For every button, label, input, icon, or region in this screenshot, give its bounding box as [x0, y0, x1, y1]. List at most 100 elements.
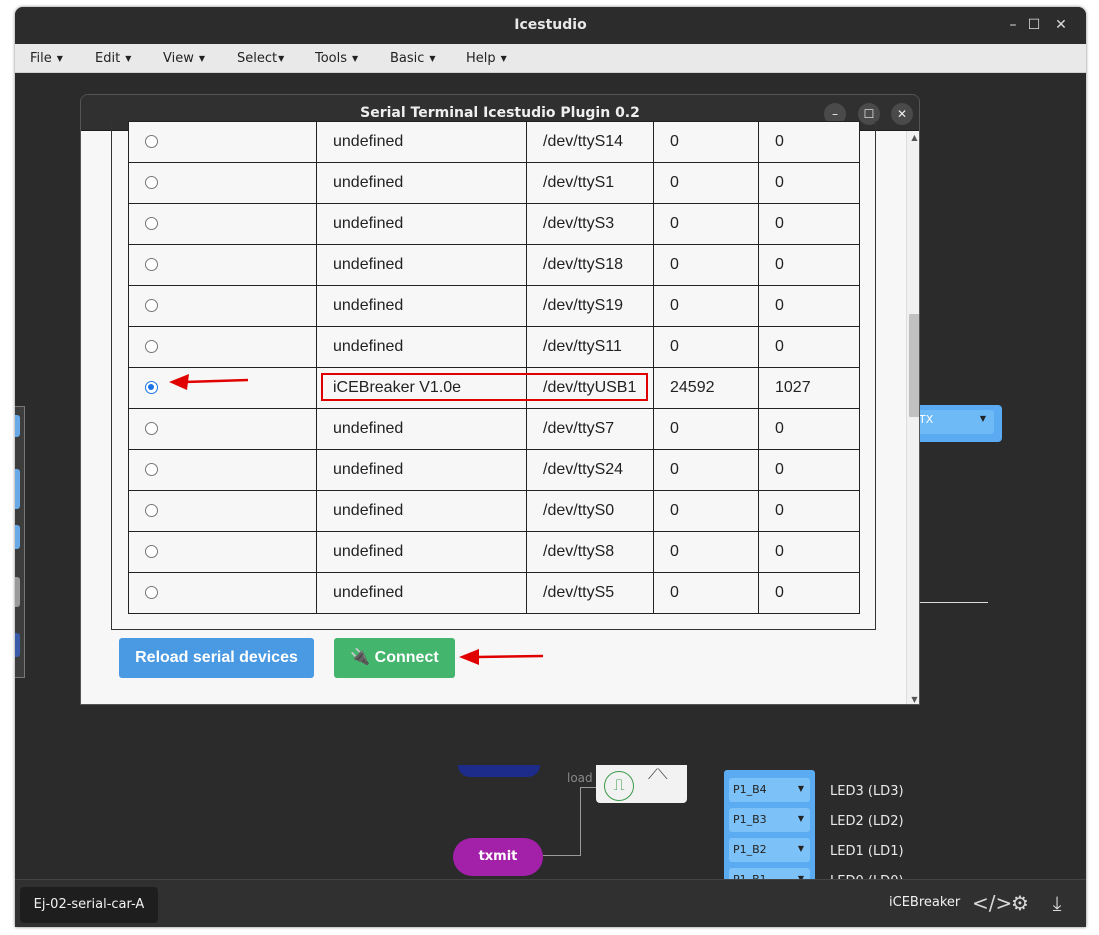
led-pin-value: P1_B2: [733, 843, 767, 856]
device-vid-cell: 0: [653, 244, 759, 286]
device-row[interactable]: undefined/dev/ttyS11 0 0: [128, 326, 860, 368]
menu-select[interactable]: Select▼: [237, 51, 284, 66]
led-pin-select[interactable]: P1_B4 ▼: [729, 778, 810, 802]
device-vid-cell: 0: [653, 490, 759, 532]
zigzag-icon: ⟋⟍: [648, 767, 668, 783]
reload-serial-devices-button[interactable]: Reload serial devices: [119, 638, 314, 678]
connect-button[interactable]: 🔌 Connect: [334, 638, 455, 678]
device-row[interactable]: undefined/dev/ttyS24 0 0: [128, 449, 860, 491]
menu-help[interactable]: Help ▼: [466, 51, 507, 66]
device-row[interactable]: undefined/dev/ttyS3 0 0: [128, 203, 860, 245]
toolbar-button[interactable]: [15, 577, 20, 607]
block-fragment: [458, 765, 540, 777]
device-name-cell: undefined: [316, 121, 527, 163]
device-name-cell: undefined: [316, 490, 527, 532]
maximize-icon[interactable]: ☐: [1024, 15, 1044, 35]
device-vid-cell: 24592: [653, 367, 759, 409]
device-row[interactable]: undefined/dev/ttyS5 0 0: [128, 572, 860, 614]
menu-tools[interactable]: Tools ▼: [315, 51, 358, 66]
code-icon[interactable]: </>: [972, 889, 1012, 917]
menu-basic[interactable]: Basic ▼: [390, 51, 436, 66]
device-path-cell: /dev/ttyS7: [526, 408, 654, 450]
menubar: File ▼ Edit ▼ View ▼ Select▼ Tools ▼ Basic ▼ …: [15, 44, 1086, 73]
device-row[interactable]: undefined/dev/ttyS14 0 0: [128, 121, 860, 163]
device-name-cell: undefined: [316, 285, 527, 327]
txmit-input-block[interactable]: txmit: [453, 838, 543, 876]
device-path-cell: /dev/ttyS0: [526, 490, 654, 532]
device-radio-button[interactable]: [145, 217, 158, 230]
device-vid-cell: 0: [653, 162, 759, 204]
minimize-icon[interactable]: –: [1003, 15, 1023, 35]
wire: [920, 602, 988, 603]
tx-pin-block[interactable]: TX ▼: [911, 405, 1002, 442]
device-radio-button[interactable]: [145, 340, 158, 353]
window-titlebar: Icestudio – ☐ ✕: [15, 7, 1086, 44]
toolbar-button[interactable]: [15, 633, 20, 657]
settings-code-icon[interactable]: ⚙: [1006, 889, 1034, 917]
highlight-box: [321, 373, 648, 401]
device-radio-button[interactable]: [145, 299, 158, 312]
device-radio-button[interactable]: [145, 258, 158, 271]
toolbar-button[interactable]: [15, 525, 20, 549]
device-radio-button[interactable]: [145, 545, 158, 558]
download-icon[interactable]: ⤓: [1043, 889, 1071, 917]
logic-block[interactable]: ⎍ ⟋⟍: [596, 765, 687, 803]
device-radio-button[interactable]: [145, 463, 158, 476]
tx-pin-select[interactable]: TX ▼: [911, 410, 994, 434]
led-pin-select[interactable]: P1_B2 ▼: [729, 838, 810, 862]
menu-view-label: View: [163, 51, 194, 66]
device-path-cell: /dev/ttyS14: [526, 121, 654, 163]
device-pid-cell: 0: [758, 449, 860, 491]
device-radio-button[interactable]: [145, 381, 158, 394]
chevron-down-icon: ▼: [797, 814, 804, 823]
scroll-down-icon[interactable]: ▼: [907, 695, 919, 704]
serial-terminal-dialog: Serial Terminal Icestudio Plugin 0.2 – ☐…: [80, 94, 920, 705]
device-vid-cell: 0: [653, 285, 759, 327]
device-radio-button[interactable]: [145, 422, 158, 435]
project-tab[interactable]: Ej-02-serial-car-A: [20, 887, 158, 923]
device-vid-cell: 0: [653, 408, 759, 450]
device-vid-cell: 0: [653, 203, 759, 245]
device-vid-cell: 0: [653, 572, 759, 614]
device-pid-cell: 0: [758, 244, 860, 286]
device-radio-button[interactable]: [145, 504, 158, 517]
dialog-close-icon[interactable]: ✕: [891, 103, 913, 125]
wire: [543, 855, 581, 856]
led-label: LED1 (LD1): [830, 844, 904, 859]
menu-tools-label: Tools: [315, 51, 348, 66]
device-radio-button[interactable]: [145, 586, 158, 599]
dialog-title: Serial Terminal Icestudio Plugin 0.2: [360, 105, 640, 121]
caret-down-icon: ▼: [429, 54, 436, 63]
device-row[interactable]: undefined/dev/ttyS7 0 0: [128, 408, 860, 450]
toolbar-button[interactable]: [15, 415, 20, 437]
device-radio-button[interactable]: [145, 176, 158, 189]
led-pin-select[interactable]: P1_B3 ▼: [729, 808, 810, 832]
device-row[interactable]: undefined/dev/ttyS19 0 0: [128, 285, 860, 327]
device-name-cell: undefined: [316, 408, 527, 450]
caret-down-icon: ▼: [352, 54, 359, 63]
tx-pin-value: TX: [919, 413, 934, 426]
led-pin-value: P1_B3: [733, 813, 767, 826]
device-path-cell: /dev/ttyS8: [526, 531, 654, 573]
close-icon[interactable]: ✕: [1051, 15, 1071, 35]
device-row[interactable]: undefined/dev/ttyS8 0 0: [128, 531, 860, 573]
device-row[interactable]: undefined/dev/ttyS0 0 0: [128, 490, 860, 532]
dialog-scrollbar[interactable]: ▲ ▼: [906, 131, 919, 704]
device-radio-cell: [128, 408, 317, 450]
menu-file-label: File: [30, 51, 52, 66]
scroll-up-icon[interactable]: ▲: [907, 133, 919, 142]
device-row[interactable]: undefined/dev/ttyS1 0 0: [128, 162, 860, 204]
menu-view[interactable]: View ▼: [163, 51, 205, 66]
device-radio-cell: [128, 121, 317, 163]
scrollbar-thumb[interactable]: [909, 314, 919, 417]
device-radio-cell: [128, 162, 317, 204]
menu-edit[interactable]: Edit ▼: [95, 51, 131, 66]
menu-file[interactable]: File ▼: [30, 51, 63, 66]
led-output-block[interactable]: P1_B4▼ P1_B3▼ P1_B2▼ P1_B1▼: [724, 770, 815, 894]
device-path-cell: /dev/ttyS3: [526, 203, 654, 245]
toolbar-button[interactable]: [15, 469, 20, 509]
device-radio-button[interactable]: [145, 135, 158, 148]
device-radio-cell: [128, 244, 317, 286]
board-name[interactable]: iCEBreaker: [889, 895, 960, 910]
device-row[interactable]: undefined/dev/ttyS18 0 0: [128, 244, 860, 286]
